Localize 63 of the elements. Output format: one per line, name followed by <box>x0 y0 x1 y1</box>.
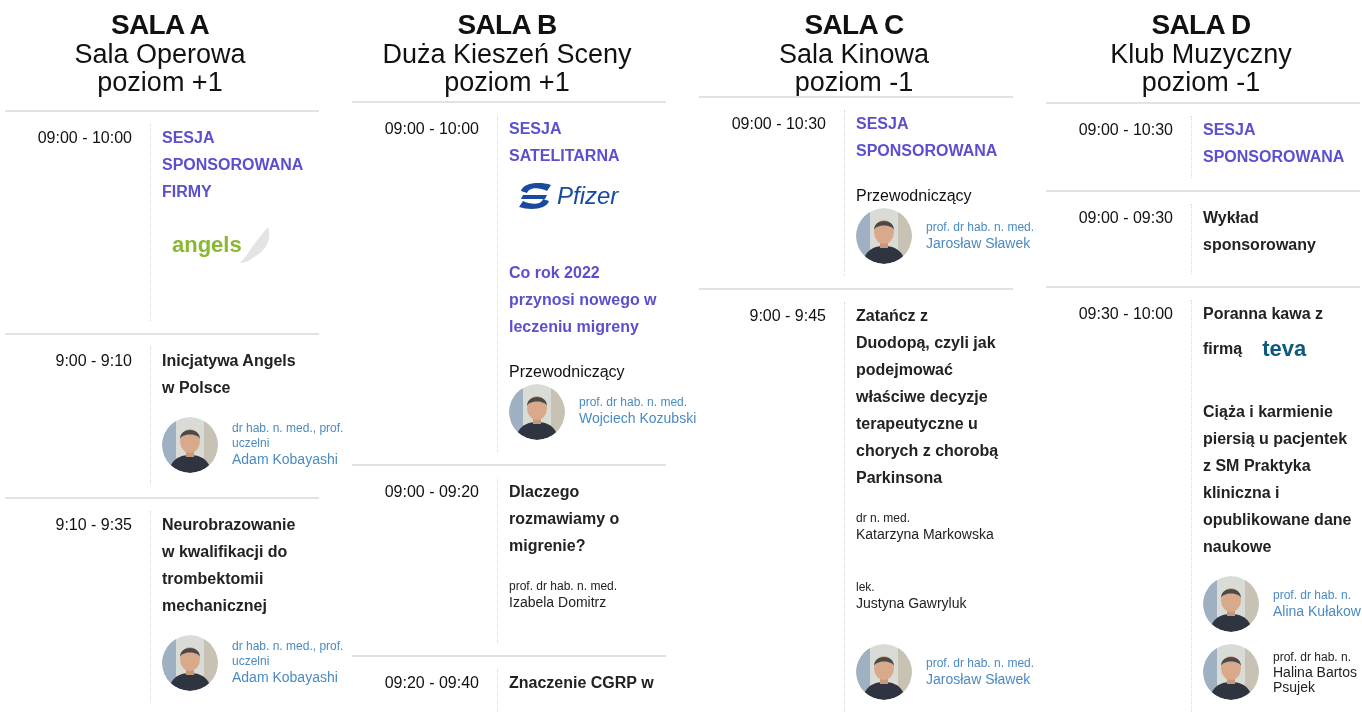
session-heading: SESJA SPONSOROWANA FIRMY <box>162 128 304 202</box>
speaker-name: Katarzyna Markowska <box>856 526 995 544</box>
speaker-name: Izabela Domitrz <box>509 593 608 611</box>
room-code: SALA C <box>804 10 904 40</box>
session-heading: SESJA SPONSOROWANA <box>1203 120 1346 167</box>
room-level: poziom +1 <box>444 68 570 96</box>
talk-title: Zatańcz z Duodopą, czyli jak podejmować właściwe decyzje terapeutyczne u chorych z chorobą Parkinsona <box>856 306 1000 488</box>
speaker-name: Adam Kobayashi <box>232 451 339 469</box>
speaker-degree: prof. dr hab. n. med. <box>509 578 619 594</box>
logo-text: Pfizer <box>557 183 619 208</box>
session-title: Co rok 2022 przynosi nowego w leczeniu migreny <box>509 262 658 337</box>
talk-title: Ciąża i karmienie piersią u pacjentek z SM Praktyka kliniczna i opublikowane dane naukowe <box>1203 402 1353 557</box>
speaker-name: Adam Kobayashi <box>232 669 339 687</box>
speaker-degree: prof. dr hab. n. med. <box>926 219 1036 235</box>
speaker-degree: lek. <box>856 579 876 595</box>
room-code: SALA D <box>1151 10 1251 40</box>
room-name: Klub Muzyczny <box>1110 40 1292 68</box>
session-time: 09:00 - 10:00 <box>37 129 132 146</box>
session-time: 9:00 - 9:10 <box>55 352 132 369</box>
session-time: 09:20 - 09:40 <box>384 674 479 691</box>
room-name: Sala Operowa <box>74 40 246 68</box>
talk-title: Poranna kawa z <box>1203 304 1325 324</box>
room-name: Duża Kieszeń Sceny <box>382 40 632 68</box>
session-time: 9:10 - 9:35 <box>55 516 132 533</box>
speaker-degree: dr n. med. <box>856 511 912 526</box>
talk-title: Inicjatywa Angels w Polsce <box>162 351 297 398</box>
room-name: Sala Kinowa <box>778 40 930 68</box>
speaker-name: Wojciech Kozubski <box>579 410 698 428</box>
talk-title: Neurobrazowanie w kwalifikacji do trombektomii mechanicznej <box>162 515 297 616</box>
talk-title: Wykład sponsorowany <box>1203 208 1317 255</box>
room-level: poziom -1 <box>1141 68 1261 96</box>
speaker-name: Justyna Gawryluk <box>856 594 968 612</box>
room-code: SALA A <box>111 10 209 40</box>
session-time: 09:30 - 10:00 <box>1078 305 1173 322</box>
session-time: 09:00 - 09:20 <box>384 482 479 500</box>
speaker-name: Jarosław Sławek <box>926 670 1032 689</box>
session-time: 9:00 - 9:45 <box>749 307 826 324</box>
speaker-name: Alina Kułakow <box>1273 602 1362 621</box>
talk-title: Znaczenie CGRP w <box>509 673 655 693</box>
session-heading: SESJA SPONSOROWANA <box>856 114 999 161</box>
pfizer-logo-icon <box>517 180 553 211</box>
talk-title: Dlaczego rozmawiamy o migrenie? <box>509 481 621 556</box>
speaker-degree: dr hab. n. med., prof. uczelni <box>232 639 345 670</box>
session-time: 09:00 - 10:30 <box>1078 121 1173 138</box>
speaker-degree: prof. dr hab. n. <box>1273 649 1353 665</box>
speaker-name: Halina Bartos Psujek <box>1273 664 1359 695</box>
room-code: SALA B <box>457 10 557 40</box>
room-level: poziom -1 <box>794 68 914 96</box>
speaker-degree: prof. dr hab. n. <box>1273 587 1353 603</box>
session-time: 09:00 - 10:30 <box>731 115 826 132</box>
session-time: 09:00 - 09:30 <box>1078 209 1173 226</box>
speaker-degree: prof. dr hab. n. med. <box>579 395 689 411</box>
session-heading: SESJA SATELITARNA <box>509 118 621 166</box>
logo-text: angels <box>172 234 242 256</box>
logo-text: teva <box>1262 337 1307 360</box>
talk-title: firmą <box>1203 339 1243 359</box>
chair-label: Przewodniczący <box>856 186 973 206</box>
speaker-name: Jarosław Sławek <box>926 234 1032 253</box>
chair-label: Przewodniczący <box>509 361 626 382</box>
room-level: poziom +1 <box>97 68 223 96</box>
session-time: 09:00 - 10:00 <box>384 119 479 137</box>
speaker-degree: dr hab. n. med., prof. uczelni <box>232 421 345 452</box>
speaker-degree: prof. dr hab. n. med. <box>926 655 1036 671</box>
